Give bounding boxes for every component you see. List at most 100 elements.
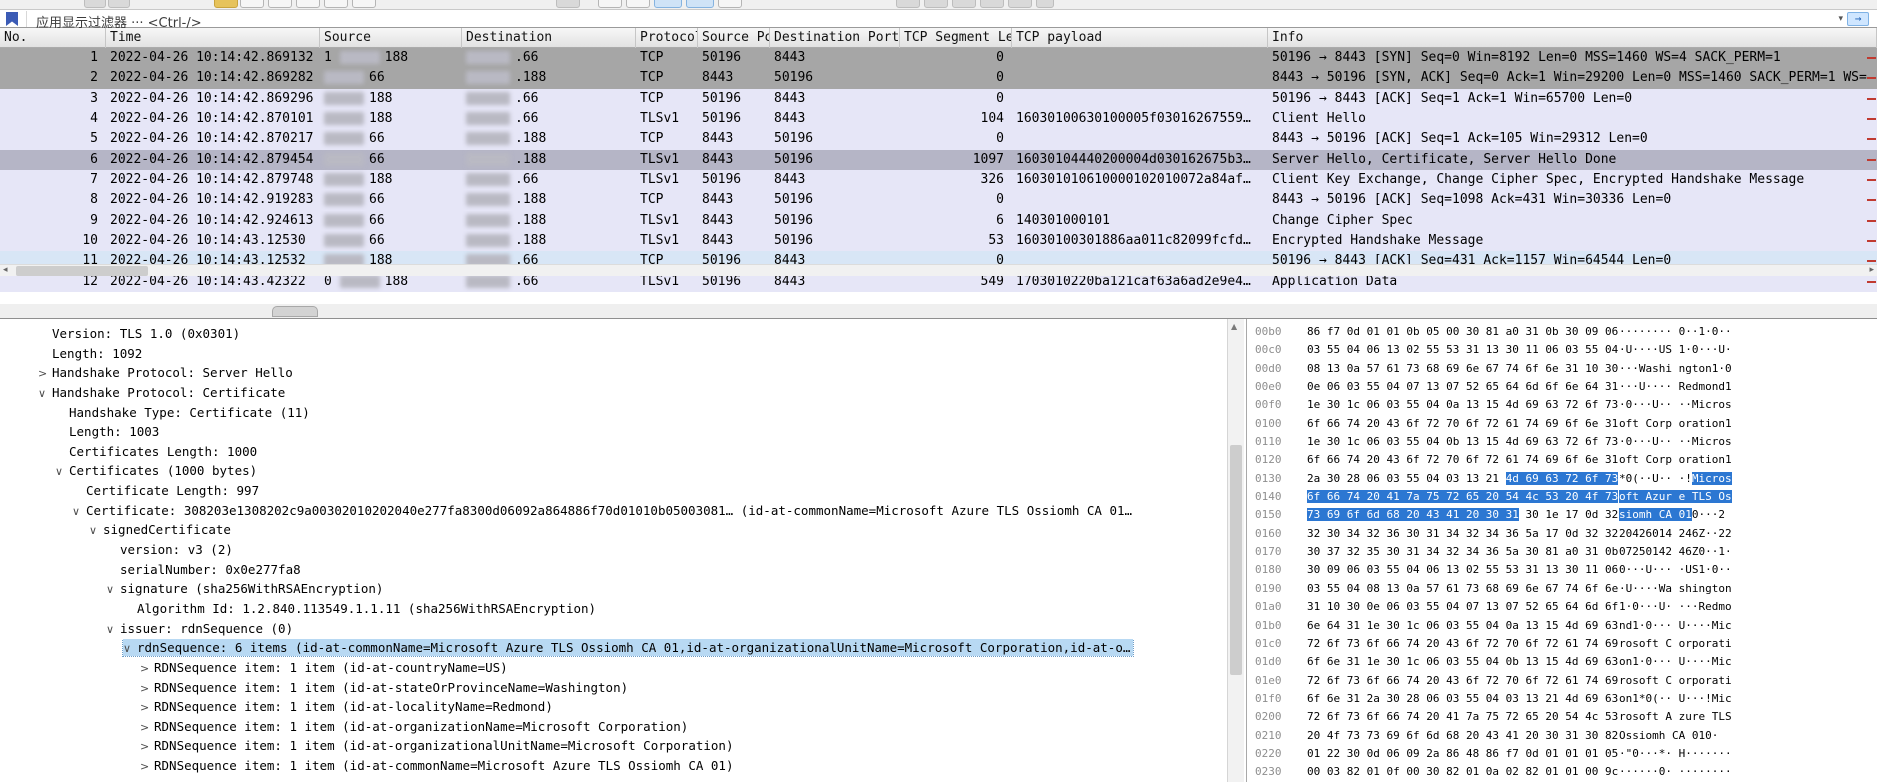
expanded-chevron-icon[interactable]: ∨ xyxy=(72,505,86,518)
packet-list-hscrollbar[interactable]: ◂ ▸ xyxy=(0,264,1877,276)
hex-row[interactable]: 00e00e 06 03 55 04 07 13 07 52 65 64 6d … xyxy=(1255,380,1877,398)
tree-row[interactable]: ∨Handshake Protocol: Certificate xyxy=(0,384,1243,404)
hex-row[interactable]: 01302a 30 28 06 03 55 04 03 13 21 4d 69 … xyxy=(1255,472,1877,490)
tree-row[interactable]: Certificate Length: 997 xyxy=(0,482,1243,502)
hex-row[interactable]: 00b086 f7 0d 01 01 0b 05 00 30 81 a0 31 … xyxy=(1255,325,1877,343)
filter-bookmark-icon[interactable] xyxy=(6,12,18,26)
hex-row[interactable]: 00f01e 30 1c 06 03 55 04 0a 13 15 4d 69 … xyxy=(1255,398,1877,416)
hex-row[interactable]: 01c072 6f 73 6f 66 74 20 43 6f 72 70 6f … xyxy=(1255,637,1877,655)
hex-row[interactable]: 00d008 13 0a 57 61 73 68 69 6e 67 74 6f … xyxy=(1255,362,1877,380)
tree-row[interactable]: >Handshake Protocol: Server Hello xyxy=(0,364,1243,384)
packet-row[interactable]: 62022-04-26 10:14:42.87945466.188TLSv184… xyxy=(0,150,1877,170)
packet-row[interactable]: 82022-04-26 10:14:42.91928366.188TCP8443… xyxy=(0,190,1877,210)
tree-row[interactable]: >RDNSequence item: 1 item (id-at-organiz… xyxy=(0,718,1243,738)
collapsed-chevron-icon[interactable]: > xyxy=(38,367,52,380)
packet-row[interactable]: 102022-04-26 10:14:43.1253066.188TLSv184… xyxy=(0,231,1877,251)
hex-row[interactable]: 01206f 66 74 20 43 6f 72 70 6f 72 61 74 … xyxy=(1255,453,1877,471)
hscroll-right-arrow-icon[interactable]: ▸ xyxy=(1869,265,1874,275)
column-header-protocol[interactable]: Protocol xyxy=(636,28,698,48)
tree-row[interactable]: Version: TLS 1.0 (0x0301) xyxy=(0,325,1243,345)
hex-row[interactable]: 016032 30 34 32 36 30 31 34 32 34 36 5a … xyxy=(1255,527,1877,545)
expanded-chevron-icon[interactable]: ∨ xyxy=(38,387,52,400)
scroll-up-arrow-icon[interactable]: ▲ xyxy=(1231,322,1237,331)
hex-plain: 72 6f 73 6f 66 74 20 43 6f 72 70 6f 72 6… xyxy=(1307,637,1618,650)
filter-dropdown-caret[interactable]: ▾ xyxy=(1838,14,1843,24)
expanded-chevron-icon[interactable]: ∨ xyxy=(55,465,69,478)
packet-row[interactable]: 32022-04-26 10:14:42.869296188.66TCP5019… xyxy=(0,89,1877,109)
hex-row[interactable]: 019003 55 04 08 13 0a 57 61 73 68 69 6e … xyxy=(1255,582,1877,600)
expanded-chevron-icon[interactable]: ∨ xyxy=(106,583,120,596)
tree-row[interactable]: ∨issuer: rdnSequence (0) xyxy=(0,620,1243,640)
splitter-grip[interactable] xyxy=(272,306,318,317)
hex-bytes: 03 55 04 08 13 0a 57 61 73 68 69 6e 67 7… xyxy=(1307,582,1619,595)
detail-scroll-thumb[interactable] xyxy=(1230,445,1242,675)
collapsed-chevron-icon[interactable]: > xyxy=(140,662,154,675)
collapsed-chevron-icon[interactable]: > xyxy=(140,721,154,734)
tree-row[interactable]: ∨Certificates (1000 bytes) xyxy=(0,462,1243,482)
column-header-destination[interactable]: Destination xyxy=(462,28,636,48)
packet-row[interactable]: 12022-04-26 10:14:42.8691321 188.66TCP50… xyxy=(0,48,1877,68)
hex-row[interactable]: 01e072 6f 73 6f 66 74 20 43 6f 72 70 6f … xyxy=(1255,674,1877,692)
packet-no: 3 xyxy=(0,89,106,109)
column-header-source[interactable]: Source xyxy=(320,28,462,48)
hex-row[interactable]: 01d06f 6e 31 1e 30 1c 06 03 55 04 0b 13 … xyxy=(1255,655,1877,673)
hscroll-left-arrow-icon[interactable]: ◂ xyxy=(3,265,8,275)
column-header-tcp-segment-len[interactable]: TCP Segment Len xyxy=(900,28,1012,48)
column-header-source-port[interactable]: Source Port xyxy=(698,28,770,48)
expanded-chevron-icon[interactable]: ∨ xyxy=(106,623,120,636)
tree-row[interactable]: >RDNSequence item: 1 item (id-at-organiz… xyxy=(0,737,1243,757)
detail-tree-scrollbar[interactable]: ▲ xyxy=(1227,319,1244,782)
collapsed-chevron-icon[interactable]: > xyxy=(140,740,154,753)
hex-row[interactable]: 023000 03 82 01 0f 00 30 82 01 0a 02 82 … xyxy=(1255,765,1877,782)
hscroll-thumb[interactable] xyxy=(16,266,148,276)
tree-row[interactable]: ∨signedCertificate xyxy=(0,521,1243,541)
tree-row[interactable]: Handshake Type: Certificate (11) xyxy=(0,404,1243,424)
tree-row[interactable]: >RDNSequence item: 1 item (id-at-country… xyxy=(0,659,1243,679)
hex-row[interactable]: 017030 37 32 35 30 31 34 32 34 36 5a 30 … xyxy=(1255,545,1877,563)
filter-apply-button[interactable]: → xyxy=(1847,12,1869,26)
tree-row[interactable]: ∨Certificate: 308203e1308202c9a003020102… xyxy=(0,502,1243,522)
hex-row[interactable]: 018030 09 06 03 55 04 06 13 02 55 53 31 … xyxy=(1255,563,1877,581)
collapsed-chevron-icon[interactable]: > xyxy=(140,760,154,773)
display-filter-bar[interactable]: 应用显示过滤器 ··· <Ctrl-/> ▾ → xyxy=(0,9,1877,28)
collapsed-chevron-icon[interactable]: > xyxy=(140,682,154,695)
hex-row[interactable]: 022001 22 30 0d 06 09 2a 86 48 86 f7 0d … xyxy=(1255,747,1877,765)
expanded-chevron-icon[interactable]: ∨ xyxy=(89,524,103,537)
hex-plain: 72 6f 73 6f 66 74 20 43 6f 72 70 6f 72 6… xyxy=(1307,674,1618,687)
packet-row[interactable]: 52022-04-26 10:14:42.87021766.188TCP8443… xyxy=(0,129,1877,149)
column-header-destination-port[interactable]: Destination Port xyxy=(770,28,900,48)
hex-bytes: 08 13 0a 57 61 73 68 69 6e 67 74 6f 6e 3… xyxy=(1307,362,1619,375)
packet-row[interactable]: 42022-04-26 10:14:42.870101188.66TLSv150… xyxy=(0,109,1877,129)
collapsed-chevron-icon[interactable]: > xyxy=(140,701,154,714)
tree-row[interactable]: ∨signature (sha256WithRSAEncryption) xyxy=(0,580,1243,600)
tree-row[interactable]: ∨rdnSequence: 6 items (id-at-commonName=… xyxy=(0,639,1243,659)
hex-row[interactable]: 01006f 66 74 20 43 6f 72 70 6f 72 61 74 … xyxy=(1255,417,1877,435)
column-header-time[interactable]: Time xyxy=(106,28,320,48)
expanded-chevron-icon[interactable]: ∨ xyxy=(123,642,137,655)
packet-row[interactable]: 92022-04-26 10:14:42.92461366.188TLSv184… xyxy=(0,211,1877,231)
hex-row[interactable]: 01b06e 64 31 1e 30 1c 06 03 55 04 0a 13 … xyxy=(1255,619,1877,637)
tree-row[interactable]: Length: 1003 xyxy=(0,423,1243,443)
tree-row[interactable]: Algorithm Id: 1.2.840.113549.1.1.11 (sha… xyxy=(0,600,1243,620)
hex-row[interactable]: 01a031 10 30 0e 06 03 55 04 07 13 07 52 … xyxy=(1255,600,1877,618)
tree-row[interactable]: version: v3 (2) xyxy=(0,541,1243,561)
column-header-no-[interactable]: No. xyxy=(0,28,106,48)
hex-row[interactable]: 01406f 66 74 20 41 7a 75 72 65 20 54 4c … xyxy=(1255,490,1877,508)
tree-row[interactable]: Certificates Length: 1000 xyxy=(0,443,1243,463)
column-header-tcp-payload[interactable]: TCP payload xyxy=(1012,28,1268,48)
tree-row[interactable]: >RDNSequence item: 1 item (id-at-commonN… xyxy=(0,757,1243,777)
tree-row[interactable]: Length: 1092 xyxy=(0,345,1243,365)
hex-row[interactable]: 01101e 30 1c 06 03 55 04 0b 13 15 4d 69 … xyxy=(1255,435,1877,453)
tree-row[interactable]: >RDNSequence item: 1 item (id-at-localit… xyxy=(0,698,1243,718)
hex-row[interactable]: 021020 4f 73 73 69 6f 6d 68 20 43 41 20 … xyxy=(1255,729,1877,747)
hex-row[interactable]: 00c003 55 04 06 13 02 55 53 31 13 30 11 … xyxy=(1255,343,1877,361)
packet-row[interactable]: 22022-04-26 10:14:42.86928266.188TCP8443… xyxy=(0,68,1877,88)
packet-row[interactable]: 72022-04-26 10:14:42.879748188.66TLSv150… xyxy=(0,170,1877,190)
hex-row[interactable]: 015073 69 6f 6d 68 20 43 41 20 30 31 30 … xyxy=(1255,508,1877,526)
hex-row[interactable]: 020072 6f 73 6f 66 74 20 41 7a 75 72 65 … xyxy=(1255,710,1877,728)
tree-row[interactable]: >RDNSequence item: 1 item (id-at-stateOr… xyxy=(0,679,1243,699)
tree-row[interactable]: serialNumber: 0x0e277fa8 xyxy=(0,561,1243,581)
pane-splitter[interactable] xyxy=(0,304,1877,319)
column-header-info[interactable]: Info xyxy=(1268,28,1877,48)
hex-row[interactable]: 01f06f 6e 31 2a 30 28 06 03 55 04 03 13 … xyxy=(1255,692,1877,710)
